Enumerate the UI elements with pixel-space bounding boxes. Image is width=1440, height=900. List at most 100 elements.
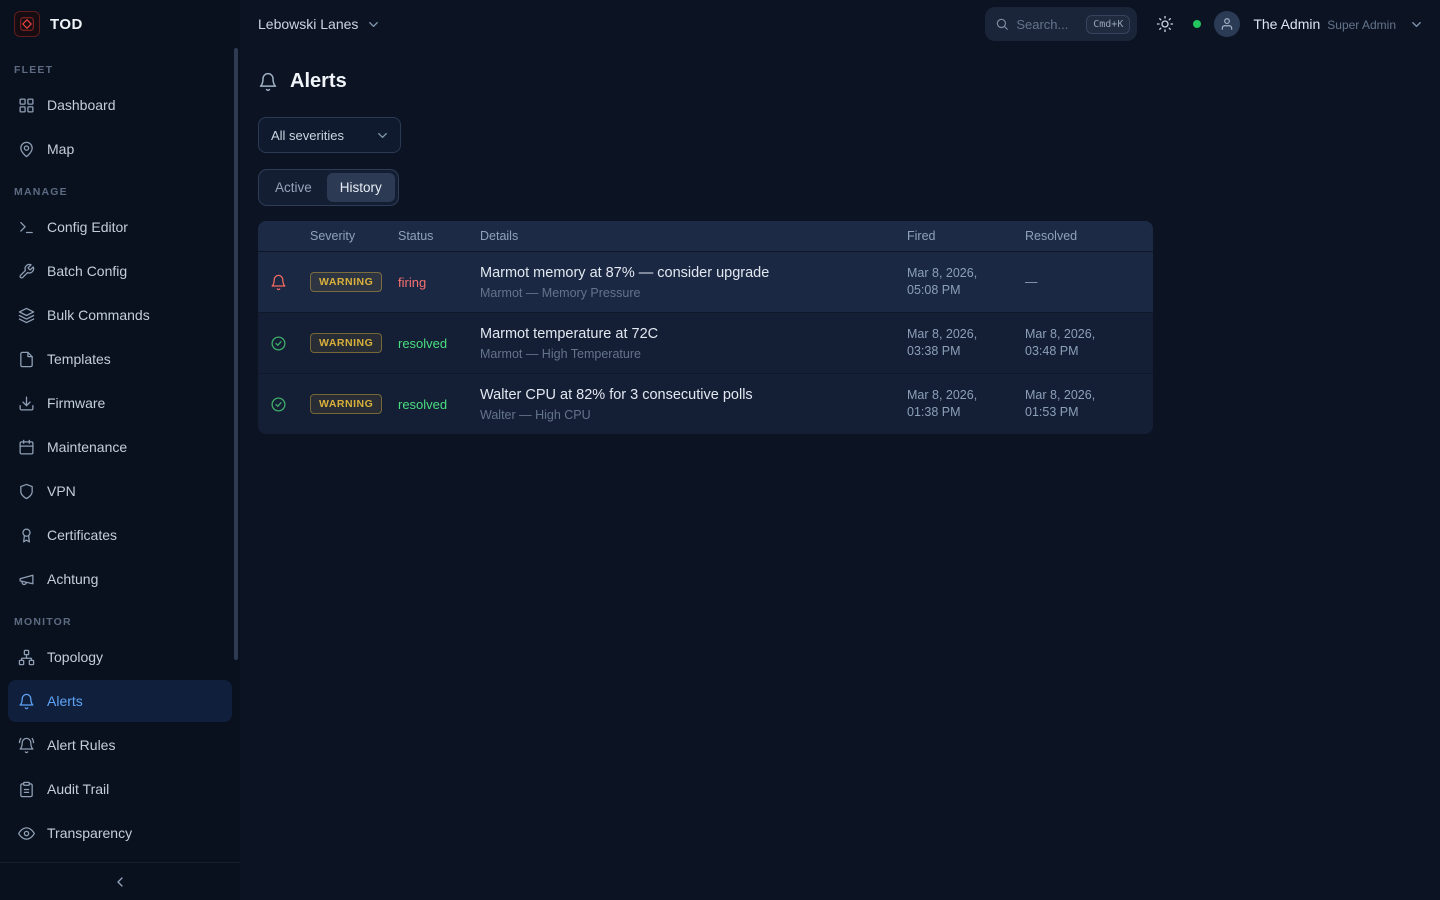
sidebar-item-certificates[interactable]: Certificates	[8, 514, 232, 556]
sidebar-item-templates[interactable]: Templates	[8, 338, 232, 380]
bell-icon	[18, 693, 35, 710]
sidebar-item-label: Dashboard	[47, 97, 116, 113]
search-box[interactable]: Cmd+K	[985, 7, 1137, 41]
alert-row[interactable]: WARNING resolved Marmot temperature at 7…	[258, 312, 1153, 373]
wrench-icon	[18, 263, 35, 280]
tod-logo-icon	[14, 11, 40, 37]
alert-title: Marmot memory at 87% — consider upgrade	[480, 265, 901, 281]
resolved-timestamp: Mar 8, 2026, 03:48 PM	[1025, 326, 1141, 360]
sidebar-item-dashboard[interactable]: Dashboard	[8, 84, 232, 126]
sidebar-item-bulk-commands[interactable]: Bulk Commands	[8, 294, 232, 336]
sidebar-item-label: Audit Trail	[47, 781, 109, 797]
alerts-table-header: Severity Status Details Fired Resolved	[258, 221, 1153, 251]
fired-timestamp: Mar 8, 2026, 05:08 PM	[907, 265, 1019, 299]
sidebar-item-map[interactable]: Map	[8, 128, 232, 170]
app-root: TOD FLEET Dashboard Map MANAGE	[0, 0, 1440, 900]
sidebar-item-alerts[interactable]: Alerts	[8, 680, 232, 722]
sidebar-item-label: Alert Rules	[47, 737, 115, 753]
tab-history[interactable]: History	[327, 173, 395, 202]
sidebar-footer	[0, 862, 240, 900]
severity-filter-value: All severities	[271, 128, 344, 143]
user-menu[interactable]: The Admin Super Admin	[1253, 16, 1396, 32]
terminal-icon	[18, 219, 35, 236]
chevron-left-icon	[112, 874, 128, 890]
page-title: Alerts	[290, 70, 347, 93]
sidebar-item-label: Templates	[47, 351, 111, 367]
user-name: The Admin	[1253, 16, 1320, 32]
severity-badge: WARNING	[310, 333, 382, 353]
fired-timestamp: Mar 8, 2026, 01:38 PM	[907, 387, 1019, 421]
column-header-resolved: Resolved	[1025, 229, 1141, 243]
chevron-down-icon	[366, 17, 381, 32]
bell-ring-icon	[18, 737, 35, 754]
topbar: Lebowski Lanes Cmd+K	[240, 0, 1440, 48]
sidebar-item-label: Bulk Commands	[47, 307, 150, 323]
page-header: Alerts	[258, 70, 1416, 93]
eye-icon	[18, 825, 35, 842]
sidebar-item-label: Transparency	[47, 825, 132, 841]
resolved-timestamp: —	[1025, 274, 1141, 291]
sidebar: TOD FLEET Dashboard Map MANAGE	[0, 0, 240, 900]
status-text: resolved	[398, 336, 474, 351]
alert-row[interactable]: WARNING resolved Walter CPU at 82% for 3…	[258, 373, 1153, 434]
main-area: Lebowski Lanes Cmd+K	[240, 0, 1440, 900]
sidebar-item-firmware[interactable]: Firmware	[8, 382, 232, 424]
column-header-status: Status	[398, 229, 474, 243]
sidebar-item-label: Map	[47, 141, 74, 157]
sidebar-item-batch-config[interactable]: Batch Config	[8, 250, 232, 292]
alerts-table: Severity Status Details Fired Resolved W…	[258, 221, 1153, 434]
theme-toggle-button[interactable]	[1150, 9, 1180, 39]
sidebar-item-alert-rules[interactable]: Alert Rules	[8, 724, 232, 766]
brand-name: TOD	[50, 16, 83, 33]
sidebar-item-label: Firmware	[47, 395, 105, 411]
sidebar-item-maintenance[interactable]: Maintenance	[8, 426, 232, 468]
search-input[interactable]	[1016, 17, 1079, 32]
user-avatar[interactable]	[1214, 11, 1240, 37]
alert-details: Marmot temperature at 72C Marmot — High …	[480, 316, 901, 371]
alerts-tablist: Active History	[258, 169, 399, 206]
sidebar-item-label: Config Editor	[47, 219, 128, 235]
alert-row[interactable]: WARNING firing Marmot memory at 87% — co…	[258, 251, 1153, 312]
severity-badge: WARNING	[310, 272, 382, 292]
user-role-badge: Super Admin	[1327, 18, 1396, 32]
award-icon	[18, 527, 35, 544]
shield-icon	[18, 483, 35, 500]
check-circle-icon	[270, 396, 287, 413]
tabs-row: Active History	[258, 169, 1416, 206]
severity-filter-select[interactable]: All severities	[258, 117, 401, 153]
sidebar-item-config-editor[interactable]: Config Editor	[8, 206, 232, 248]
sun-icon	[1156, 15, 1174, 33]
chevron-down-icon	[375, 128, 390, 143]
sidebar-item-achtung[interactable]: Achtung	[8, 558, 232, 600]
sidebar-item-audit-trail[interactable]: Audit Trail	[8, 768, 232, 810]
alert-subtitle: Marmot — High Temperature	[480, 347, 901, 361]
connection-status-dot	[1193, 20, 1201, 28]
alert-firing-bell-icon	[270, 274, 287, 291]
layers-icon	[18, 307, 35, 324]
alert-details: Walter CPU at 82% for 3 consecutive poll…	[480, 377, 901, 432]
sidebar-item-label: Alerts	[47, 693, 83, 709]
megaphone-icon	[18, 571, 35, 588]
sidebar-item-label: Maintenance	[47, 439, 127, 455]
filter-row: All severities	[258, 117, 1416, 153]
download-icon	[18, 395, 35, 412]
alert-subtitle: Marmot — Memory Pressure	[480, 286, 901, 300]
column-header-details: Details	[480, 229, 901, 243]
sidebar-item-label: Achtung	[47, 571, 98, 587]
sidebar-item-vpn[interactable]: VPN	[8, 470, 232, 512]
clipboard-list-icon	[18, 781, 35, 798]
network-icon	[18, 649, 35, 666]
brand-header[interactable]: TOD	[0, 0, 240, 48]
status-text: firing	[398, 275, 474, 290]
sidebar-scrollbar[interactable]	[234, 48, 238, 660]
sidebar-item-topology[interactable]: Topology	[8, 636, 232, 678]
alert-subtitle: Walter — High CPU	[480, 408, 901, 422]
sidebar-nav: FLEET Dashboard Map MANAGE Config Editor	[0, 48, 240, 862]
org-switcher[interactable]: Lebowski Lanes	[258, 16, 381, 32]
bell-icon	[258, 72, 278, 92]
chevron-down-icon[interactable]	[1409, 17, 1424, 32]
sidebar-collapse-button[interactable]	[106, 868, 134, 896]
resolved-timestamp: Mar 8, 2026, 01:53 PM	[1025, 387, 1141, 421]
sidebar-item-transparency[interactable]: Transparency	[8, 812, 232, 854]
tab-active[interactable]: Active	[262, 173, 325, 202]
